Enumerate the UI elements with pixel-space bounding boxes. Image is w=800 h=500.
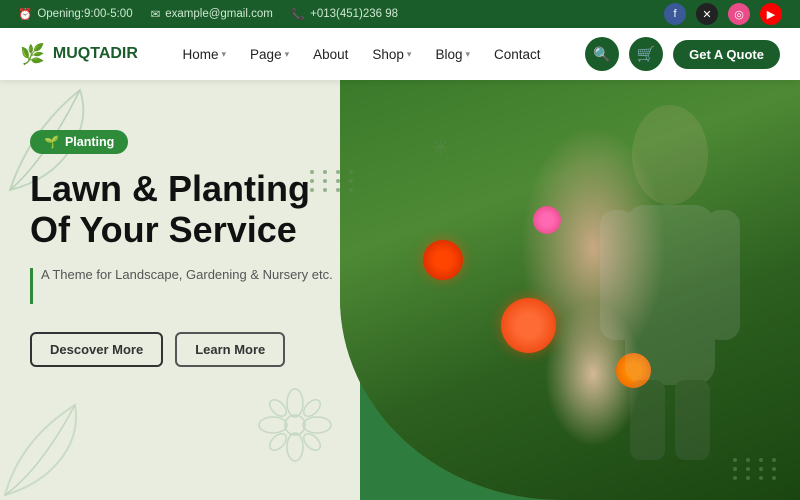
- hero-subtitle: A Theme for Landscape, Gardening & Nurse…: [30, 267, 333, 304]
- badge-icon: 🌱: [44, 135, 59, 149]
- top-bar-left: ⏰ Opening:9:00-5:00 ✉ example@gmail.com …: [18, 7, 398, 21]
- chevron-down-icon: ▾: [222, 49, 227, 60]
- hero-title: Lawn & Planting Of Your Service: [30, 168, 333, 251]
- logo[interactable]: 🌿 MUQTADIR: [20, 42, 138, 67]
- chevron-down-icon: ▾: [285, 49, 290, 60]
- chevron-down-icon: ▾: [407, 49, 412, 60]
- phone-icon: 📞: [291, 7, 305, 21]
- nav-page[interactable]: Page ▾: [241, 41, 298, 68]
- navbar: 🌿 MUQTADIR Home ▾ Page ▾ About Shop ▾ Bl…: [0, 28, 800, 80]
- photo-inner: [340, 80, 800, 500]
- facebook-icon[interactable]: f: [664, 3, 686, 25]
- social-icons: f ✕ ◎ ▶: [664, 3, 782, 25]
- logo-icon: 🌿: [20, 42, 45, 67]
- discover-more-button[interactable]: Descover More: [30, 332, 163, 367]
- search-button[interactable]: 🔍: [585, 37, 619, 71]
- chevron-down-icon: ▾: [465, 49, 470, 60]
- youtube-icon[interactable]: ▶: [760, 3, 782, 25]
- phone-info: 📞 +013(451)236 98: [291, 7, 398, 21]
- hero-content: 🌱 Planting Lawn & Planting Of Your Servi…: [30, 130, 333, 367]
- hero-badge: 🌱 Planting: [30, 130, 128, 154]
- logo-text: MUQTADIR: [53, 45, 138, 63]
- leaf-bottom-left: [0, 400, 100, 500]
- hero-buttons: Descover More Learn More: [30, 332, 333, 367]
- dots-bottom-right: [733, 458, 780, 480]
- nav-blog[interactable]: Blog ▾: [426, 41, 479, 68]
- snowflake-decoration: ✳: [432, 135, 450, 161]
- dribbble-icon[interactable]: ◎: [728, 3, 750, 25]
- pink-flower: [533, 206, 561, 234]
- hero-title-line2: Of Your Service: [30, 209, 297, 250]
- clock-icon: ⏰: [18, 7, 32, 21]
- top-bar: ⏰ Opening:9:00-5:00 ✉ example@gmail.com …: [0, 0, 800, 28]
- learn-more-button[interactable]: Learn More: [175, 332, 285, 367]
- get-quote-button[interactable]: Get A Quote: [673, 40, 780, 69]
- cart-button[interactable]: 🛒: [629, 37, 663, 71]
- nav-links: Home ▾ Page ▾ About Shop ▾ Blog ▾ Contac…: [174, 41, 550, 68]
- nav-actions: 🔍 🛒 Get A Quote: [585, 37, 780, 71]
- flower-outline-decoration: [255, 385, 335, 470]
- nav-contact[interactable]: Contact: [485, 41, 550, 68]
- twitter-icon[interactable]: ✕: [696, 3, 718, 25]
- phone-text: +013(451)236 98: [310, 8, 398, 20]
- hero-section: ✳: [0, 80, 800, 500]
- hero-photo: [340, 80, 800, 500]
- email-icon: ✉: [151, 7, 161, 21]
- subtitle-bar: [30, 268, 33, 304]
- nav-about[interactable]: About: [304, 41, 357, 68]
- nav-shop[interactable]: Shop ▾: [363, 41, 420, 68]
- opening-hours: ⏰ Opening:9:00-5:00: [18, 7, 133, 21]
- email-text: example@gmail.com: [165, 8, 273, 20]
- email-info: ✉ example@gmail.com: [151, 7, 273, 21]
- hero-title-line1: Lawn & Planting: [30, 168, 310, 209]
- red-flower-2: [423, 240, 463, 280]
- opening-text: Opening:9:00-5:00: [37, 8, 132, 20]
- nav-home[interactable]: Home ▾: [174, 41, 236, 68]
- hero-subtitle-text: A Theme for Landscape, Gardening & Nurse…: [41, 267, 333, 282]
- badge-text: Planting: [65, 135, 114, 149]
